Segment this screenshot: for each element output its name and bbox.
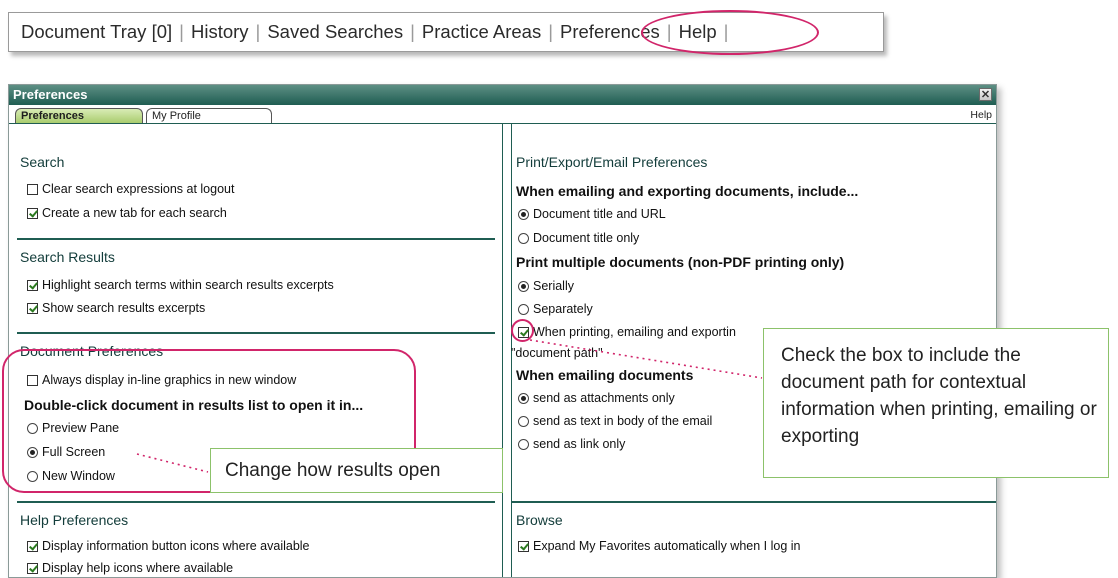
callout-results-open: Change how results open — [210, 448, 503, 493]
callout-text: Check the box to include the document pa… — [781, 345, 1097, 447]
callout-connector-doc-path — [529, 339, 763, 379]
callout-document-path: Check the box to include the document pa… — [763, 328, 1109, 478]
callout-connector-results — [136, 453, 209, 473]
callout-text: Change how results open — [225, 460, 441, 481]
callout-connectors — [136, 339, 763, 473]
